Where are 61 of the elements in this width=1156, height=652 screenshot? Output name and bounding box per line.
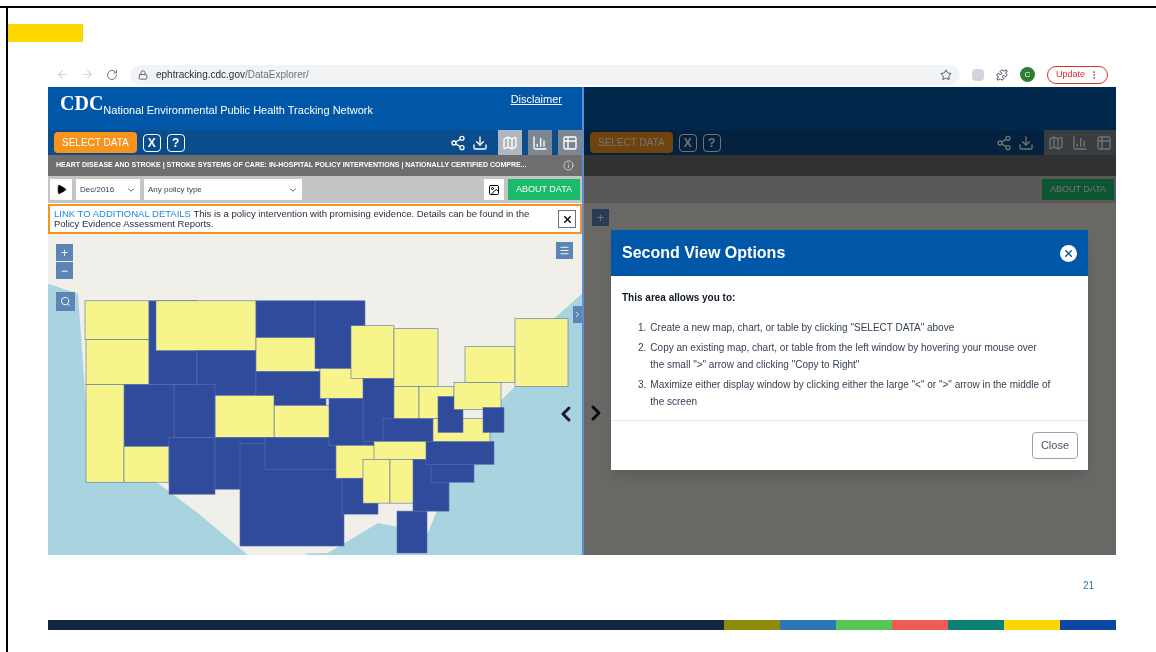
reload-icon[interactable] xyxy=(106,68,118,81)
list-number: 2. xyxy=(638,341,647,355)
lock-icon xyxy=(138,69,148,80)
map-icon[interactable] xyxy=(1048,134,1064,151)
copy-right-button[interactable] xyxy=(573,306,582,323)
disclaimer-link[interactable]: Disclaimer xyxy=(510,91,562,108)
download-icon[interactable] xyxy=(472,134,488,151)
dialog-title: Second View Options xyxy=(622,243,786,263)
download-icon[interactable] xyxy=(1018,134,1034,151)
details-link[interactable]: LINK TO ADDITIONAL DETAILS xyxy=(54,208,191,219)
chart-icon xyxy=(532,134,548,151)
map-view-button[interactable] xyxy=(498,130,522,155)
instruction-text: Copy an existing map, chart, or table from the left window by hovering your mouse over the small ">" arrow and clicking "Copy to Right" xyxy=(650,341,1038,372)
menu-icon xyxy=(559,245,570,256)
play-icon xyxy=(55,184,67,195)
search-icon xyxy=(60,296,71,307)
select-data-button[interactable]: SELECT DATA xyxy=(54,132,137,153)
help-button[interactable]: ? xyxy=(702,133,721,152)
instruction-text: Maximize either display window by clicking either the large "<" or ">" arrow in the middle of the screen xyxy=(650,378,1051,409)
zoom-in-button[interactable]: + xyxy=(592,209,609,226)
policy-notice: LINK TO ADDITIONAL DETAILS This is a policy intervention with promising evidence. Details can be found in the Policy Evidence Assessment Reports. xyxy=(54,209,531,229)
policy-dropdown[interactable]: Any policy type xyxy=(144,179,302,200)
close-icon xyxy=(561,213,573,225)
date-dropdown[interactable]: Dec/2016 xyxy=(76,179,140,200)
zoom-in-button[interactable]: + xyxy=(56,244,73,261)
close-icon[interactable] xyxy=(1060,244,1077,262)
play-button[interactable] xyxy=(50,179,72,200)
chart-view-button[interactable] xyxy=(528,130,552,155)
address-bar[interactable]: ephtracking.cdc.gov/DataExplorer/ xyxy=(130,64,960,85)
cdc-logo: CDC xyxy=(60,93,104,113)
table-view-button[interactable] xyxy=(558,130,582,155)
chevron-right-icon xyxy=(573,310,582,319)
table-icon[interactable] xyxy=(1096,134,1112,151)
image-icon xyxy=(488,183,500,196)
menu-button[interactable] xyxy=(556,242,573,259)
export-image-button[interactable] xyxy=(484,179,504,200)
list-number: 3. xyxy=(638,378,647,392)
clear-button[interactable]: X xyxy=(678,133,697,152)
star-icon[interactable] xyxy=(939,68,952,81)
profile-avatar[interactable]: C xyxy=(1019,67,1035,82)
instruction-text: Create a new map, chart, or table by clicking "SELECT DATA" above xyxy=(650,321,956,335)
table-icon xyxy=(562,134,578,151)
zoom-out-button[interactable]: − xyxy=(56,262,73,279)
dialog-intro: This area allows you to: xyxy=(622,291,737,305)
share-icon[interactable] xyxy=(450,134,466,151)
close-notice-button[interactable] xyxy=(558,210,576,228)
search-button[interactable] xyxy=(56,292,75,311)
chart-icon[interactable] xyxy=(1072,134,1088,151)
share-icon[interactable] xyxy=(996,134,1012,151)
about-data-button[interactable]: ABOUT DATA xyxy=(508,179,580,200)
puzzle-icon[interactable] xyxy=(995,68,1008,81)
list-number: 1. xyxy=(638,321,647,335)
close-button[interactable]: Close xyxy=(1031,432,1078,459)
info-icon[interactable] xyxy=(563,160,574,171)
map-icon xyxy=(502,134,518,151)
about-data-button[interactable]: ABOUT DATA xyxy=(1042,179,1114,200)
help-button[interactable]: ? xyxy=(166,133,185,152)
url-text: ephtracking.cdc.gov/DataExplorer/ xyxy=(156,68,309,82)
clear-button[interactable]: X xyxy=(142,133,161,152)
page-number: 21 xyxy=(1082,579,1094,593)
site-title: National Environmental Public Health Tracking Network xyxy=(103,103,373,118)
